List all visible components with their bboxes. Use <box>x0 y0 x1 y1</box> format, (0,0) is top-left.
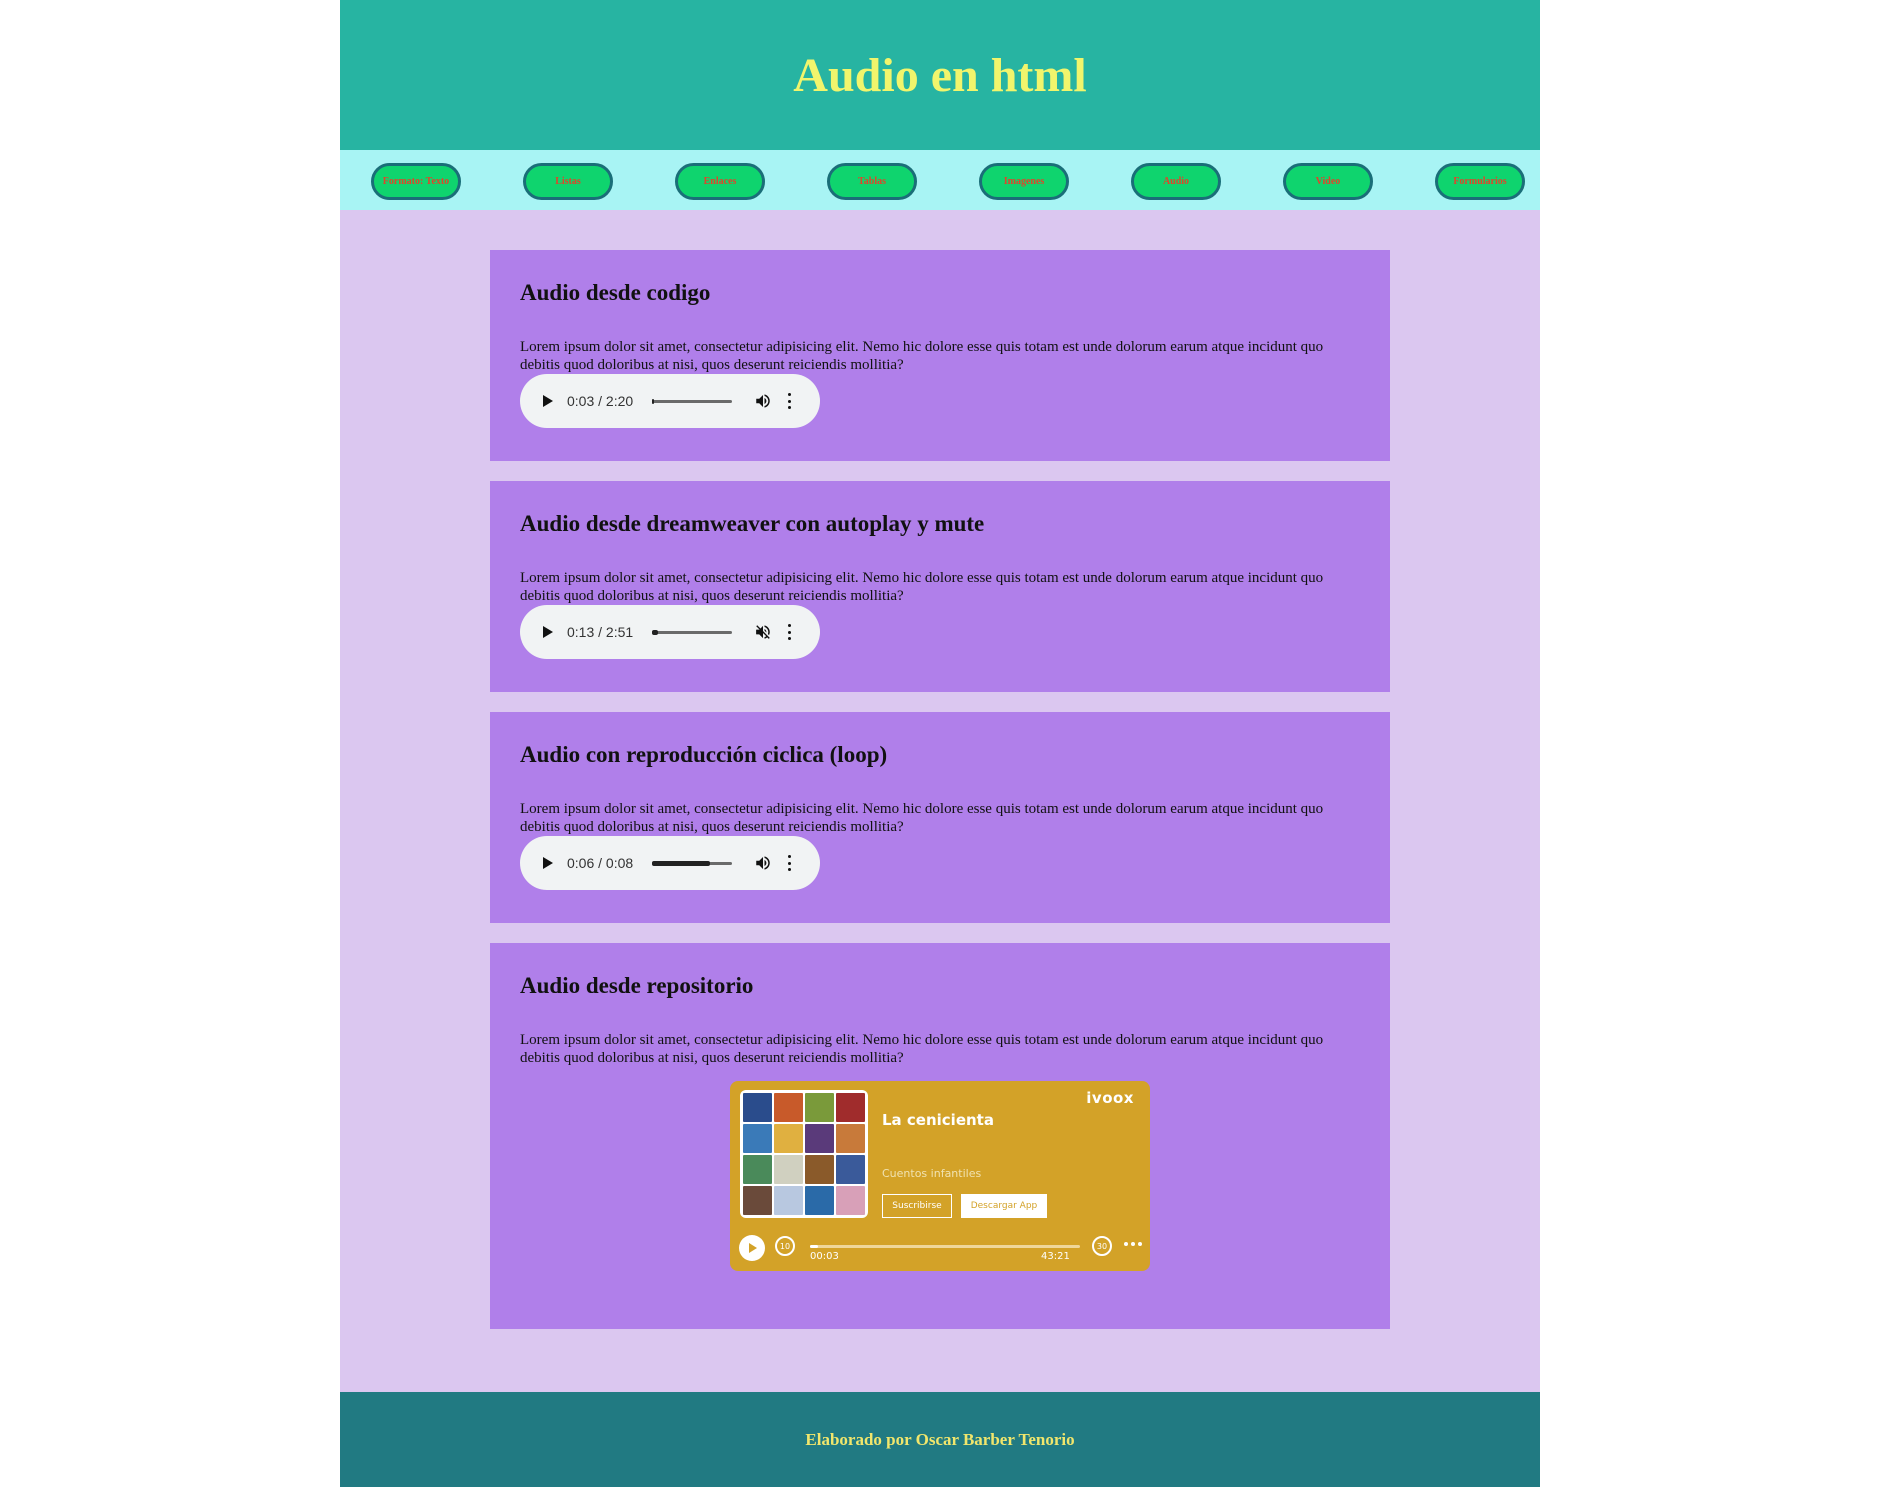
more-options-icon[interactable] <box>786 855 792 871</box>
volume-icon[interactable] <box>754 392 772 410</box>
nav-item-tablas[interactable]: Tablas <box>827 163 917 200</box>
section-text: Lorem ipsum dolor sit amet, consectetur … <box>520 570 1324 604</box>
section-title: Audio desde repositorio <box>520 973 754 998</box>
seek-bar[interactable] <box>652 629 732 635</box>
volume-muted-icon[interactable] <box>754 623 772 641</box>
page: Audio en html Formato: Texto Listas Enla… <box>340 0 1540 1487</box>
rewind-10-icon[interactable]: 10 <box>775 1236 795 1256</box>
nav-item-audio[interactable]: Audio <box>1131 163 1221 200</box>
ivoox-logo: ivoox <box>1086 1089 1134 1107</box>
seek-bar[interactable] <box>652 860 732 866</box>
more-options-icon[interactable] <box>786 624 792 640</box>
play-icon[interactable] <box>543 395 553 407</box>
nav-item-listas[interactable]: Listas <box>523 163 613 200</box>
audio-player[interactable]: 0:13 / 2:51 <box>520 605 820 659</box>
footer-credit: Elaborado por Oscar Barber Tenorio <box>805 1429 1075 1449</box>
main-nav: Formato: Texto Listas Enlaces Tablas Ima… <box>340 150 1540 210</box>
site-footer: Elaborado por Oscar Barber Tenorio <box>340 1392 1540 1487</box>
subscribe-button[interactable]: Suscribirse <box>882 1194 952 1218</box>
audio-player[interactable]: 0:06 / 0:08 <box>520 836 820 890</box>
section-title: Audio desde codigo <box>520 280 711 305</box>
page-title: Audio en html <box>793 48 1087 102</box>
nav-item-formularios[interactable]: Formularios <box>1435 163 1525 200</box>
time-display: 0:13 / 2:51 <box>567 624 634 640</box>
nav-item-formato-texto[interactable]: Formato: Texto <box>371 163 461 200</box>
nav-item-video[interactable]: Video <box>1283 163 1373 200</box>
section-audio-repositorio: Audio desde repositorio Lorem ipsum dolo… <box>490 943 1390 1329</box>
more-options-icon[interactable] <box>786 393 792 409</box>
audio-player[interactable]: 0:03 / 2:20 <box>520 374 820 428</box>
podcast-cover-image <box>740 1090 868 1218</box>
podcast-name: Cuentos infantiles <box>882 1167 982 1180</box>
download-app-button[interactable]: Descargar App <box>961 1194 1047 1218</box>
ivoox-embed-player[interactable]: ivoox La cenicienta Cuentos infantiles S… <box>730 1081 1150 1271</box>
time-display: 0:03 / 2:20 <box>567 393 634 409</box>
progress-bar[interactable] <box>810 1245 1080 1248</box>
current-time: 00:03 <box>810 1251 839 1262</box>
section-audio-dreamweaver: Audio desde dreamweaver con autoplay y m… <box>490 481 1390 692</box>
section-audio-loop: Audio con reproducción ciclica (loop) Lo… <box>490 712 1390 923</box>
play-icon[interactable] <box>739 1235 765 1261</box>
play-icon[interactable] <box>543 857 553 869</box>
section-text: Lorem ipsum dolor sit amet, consectetur … <box>520 339 1324 373</box>
section-text: Lorem ipsum dolor sit amet, consectetur … <box>520 801 1324 835</box>
section-audio-codigo: Audio desde codigo Lorem ipsum dolor sit… <box>490 250 1390 461</box>
total-time: 43:21 <box>1041 1251 1070 1262</box>
forward-30-icon[interactable]: 30 <box>1092 1236 1112 1256</box>
nav-item-imagenes[interactable]: Imagenes <box>979 163 1069 200</box>
time-display: 0:06 / 0:08 <box>567 855 634 871</box>
section-title: Audio desde dreamweaver con autoplay y m… <box>520 511 985 536</box>
nav-item-enlaces[interactable]: Enlaces <box>675 163 765 200</box>
episode-title: La cenicienta <box>882 1111 994 1129</box>
section-text: Lorem ipsum dolor sit amet, consectetur … <box>520 1032 1324 1066</box>
play-icon[interactable] <box>543 626 553 638</box>
more-options-icon[interactable] <box>1124 1242 1142 1246</box>
site-header: Audio en html <box>340 0 1540 150</box>
section-title: Audio con reproducción ciclica (loop) <box>520 742 888 767</box>
volume-icon[interactable] <box>754 854 772 872</box>
seek-bar[interactable] <box>652 398 732 404</box>
